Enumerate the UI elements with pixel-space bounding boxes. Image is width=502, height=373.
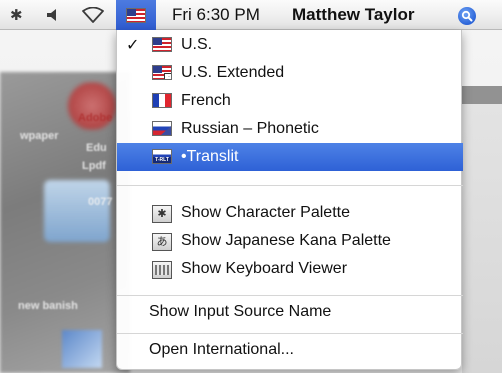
- keyboard-viewer-icon: [152, 261, 172, 279]
- menu-clock[interactable]: Fri 6:30 PM: [172, 0, 260, 30]
- menu-item-open-international[interactable]: Open International...: [117, 336, 463, 364]
- volume-icon: [47, 9, 56, 21]
- background-label: Adobe: [78, 112, 113, 124]
- us-flag-icon: [126, 7, 146, 23]
- menu-item-label: Show Japanese Kana Palette: [181, 232, 391, 249]
- checkmark-icon: ✓: [126, 37, 140, 54]
- menu-item-label: U.S. Extended: [181, 64, 285, 81]
- translit-flag-icon: T-RLT: [152, 149, 172, 164]
- menu-item-character-palette[interactable]: ✱ Show Character Palette: [117, 199, 463, 227]
- spotlight-menu[interactable]: [458, 7, 476, 25]
- kana-palette-icon: あ: [152, 233, 172, 251]
- french-flag-icon: [152, 93, 172, 108]
- menu-item-us-extended[interactable]: · U.S. Extended: [117, 59, 463, 87]
- menu-item-french[interactable]: French: [117, 87, 463, 115]
- background-label: 0077: [88, 196, 113, 208]
- menu-item-label: French: [181, 92, 231, 109]
- bluetooth-menu[interactable]: ✱: [10, 0, 23, 30]
- airport-menu[interactable]: [82, 0, 104, 30]
- us-flag-icon: [152, 37, 172, 52]
- menu-separator: [117, 185, 463, 186]
- menu-item-translit[interactable]: T-RLT •Translit: [117, 143, 463, 171]
- menu-item-show-input-source-name[interactable]: Show Input Source Name: [117, 298, 463, 326]
- input-menu-dropdown: ✓ U.S. · U.S. Extended French Russian – …: [116, 30, 463, 370]
- background-folder-icon: [44, 180, 110, 242]
- menu-item-label: Show Character Palette: [181, 204, 350, 221]
- input-menu[interactable]: [116, 0, 156, 30]
- character-palette-icon: ✱: [152, 205, 172, 223]
- menu-item-kana-palette[interactable]: あ Show Japanese Kana Palette: [117, 227, 463, 255]
- us-extended-flag-icon: ·: [152, 65, 172, 80]
- background-image-icon: [62, 330, 102, 368]
- menu-item-us[interactable]: ✓ U.S.: [117, 31, 463, 59]
- volume-menu[interactable]: [46, 0, 60, 30]
- menu-separator: [117, 295, 463, 296]
- menu-item-label: Russian – Phonetic: [181, 120, 319, 137]
- russian-phonetic-flag-icon: [152, 121, 172, 136]
- background-label: Edu: [86, 142, 107, 154]
- menu-item-keyboard-viewer[interactable]: Show Keyboard Viewer: [117, 255, 463, 283]
- menu-item-label: U.S.: [181, 36, 213, 53]
- menu-item-label: Show Input Source Name: [149, 303, 332, 320]
- bluetooth-icon: ✱: [10, 7, 23, 24]
- fast-user-switching-menu[interactable]: Matthew Taylor: [292, 0, 414, 30]
- wifi-icon: [82, 7, 104, 23]
- menu-bar: ✱ Fri 6:30 PM Matthew Taylor: [0, 0, 502, 30]
- menu-item-label: •Translit: [181, 148, 239, 165]
- spotlight-icon: [461, 10, 473, 22]
- background-panel: [462, 86, 502, 373]
- background-label: Lpdf: [82, 160, 106, 172]
- background-label: new banish: [18, 300, 78, 312]
- menu-item-label: Show Keyboard Viewer: [181, 260, 348, 277]
- background-label: wpaper: [20, 130, 59, 142]
- menu-item-russian-phonetic[interactable]: Russian – Phonetic: [117, 115, 463, 143]
- menu-separator: [117, 333, 463, 334]
- menu-item-label: Open International...: [149, 341, 294, 358]
